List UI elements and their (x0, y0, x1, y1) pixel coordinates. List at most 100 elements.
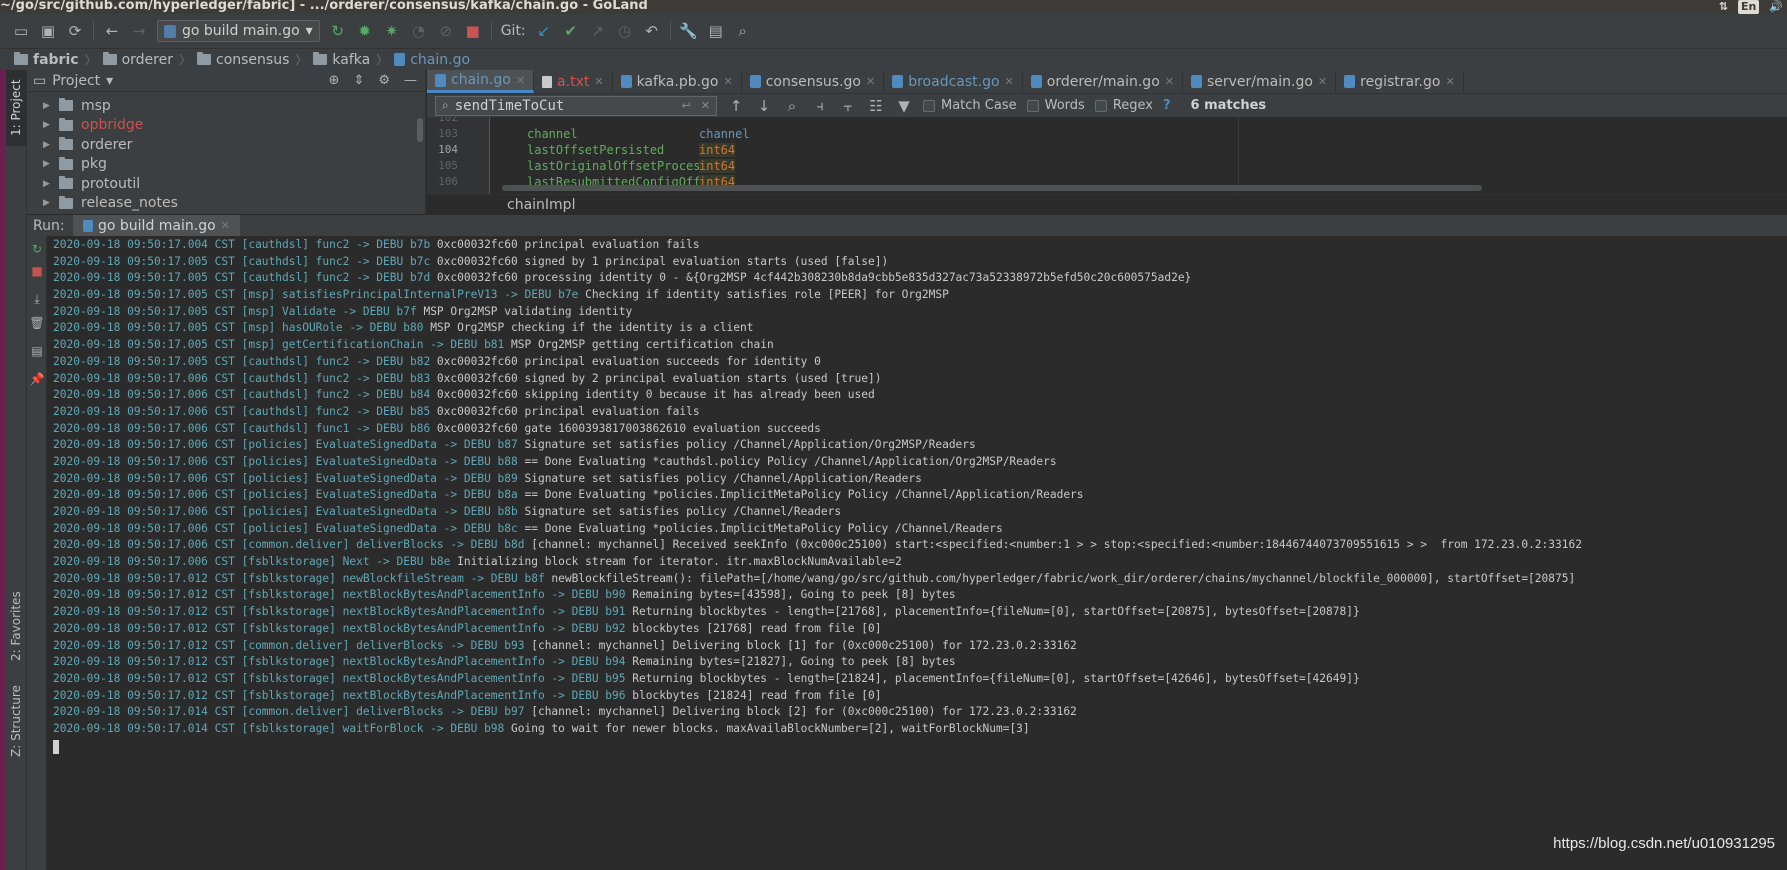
tool-tab-favorites[interactable]: 2: Favorites (6, 585, 26, 667)
close-icon[interactable]: ✕ (724, 75, 733, 88)
open-folder-icon[interactable]: ▭ (12, 22, 30, 40)
breadcrumb-item-orderer[interactable]: orderer (102, 52, 173, 68)
tab-orderer-main-go[interactable]: orderer/main.go ✕ (1023, 70, 1183, 93)
stop-icon[interactable]: ■ (464, 22, 482, 40)
run-configuration-select[interactable]: go build main.go ▾ (157, 20, 320, 42)
tool-tab-structure[interactable]: Z: Structure (6, 678, 26, 764)
code-view[interactable]: 102 103 104 105 106 channel channel lastO… (427, 117, 1787, 194)
expand-arrow-icon[interactable]: ▶ (43, 198, 51, 208)
close-icon[interactable]: ✕ (1005, 75, 1014, 88)
structure-breadcrumb[interactable]: chainImpl (427, 194, 1787, 214)
git-update-icon[interactable]: ↙ (535, 22, 553, 40)
clear-icon[interactable]: ✕ (701, 99, 710, 112)
breadcrumb-item-kafka[interactable]: kafka (313, 52, 370, 68)
go-file-icon (620, 75, 632, 88)
sync-icon[interactable]: ⟳ (66, 22, 84, 40)
close-icon[interactable]: ✕ (866, 75, 875, 88)
tab-registrar-go[interactable]: registrar.go ✕ (1336, 70, 1464, 93)
project-view-select[interactable]: Project (52, 73, 100, 89)
git-push-icon[interactable]: ↗ (589, 22, 607, 40)
scroll-to-end-icon[interactable]: ⤓ (30, 292, 44, 306)
stop-icon[interactable]: ■ (30, 264, 44, 278)
tab-server-main-go[interactable]: server/main.go ✕ (1183, 70, 1337, 93)
hide-icon[interactable]: — (404, 73, 417, 88)
coverage-icon[interactable]: ✷ (383, 22, 401, 40)
regex-help-link[interactable]: ? (1163, 98, 1171, 113)
sort-icon[interactable]: ⇅ (1719, 0, 1728, 14)
close-icon[interactable]: ✕ (516, 74, 525, 87)
breadcrumb-item-consensus[interactable]: consensus (197, 52, 289, 68)
layout-icon[interactable]: ▤ (30, 344, 44, 358)
collapse-all-icon[interactable]: ⇕ (353, 73, 364, 88)
back-icon[interactable]: ← (103, 22, 121, 40)
tab-consensus-go[interactable]: consensus.go ✕ (742, 70, 885, 93)
next-occurrence-icon[interactable]: ↓ (755, 97, 773, 115)
new-line-icon[interactable]: ↩ (682, 99, 691, 112)
close-icon[interactable]: ✕ (594, 75, 603, 88)
search-icon[interactable]: ⌕ (442, 98, 449, 113)
checkbox-box[interactable] (1026, 99, 1039, 112)
trash-icon[interactable]: 🗑 (29, 316, 44, 330)
locate-icon[interactable]: ⊕ (329, 73, 340, 88)
expand-arrow-icon[interactable]: ▶ (43, 120, 51, 130)
close-icon[interactable]: ✕ (221, 219, 230, 232)
settings-wrench-icon[interactable]: 🔧 (679, 22, 698, 40)
expand-arrow-icon[interactable]: ▶ (43, 179, 51, 189)
breadcrumb-item-chain-go[interactable]: chain.go (394, 52, 470, 68)
breadcrumb-item-fabric[interactable]: fabric (14, 52, 79, 68)
tab-a-txt[interactable]: a.txt ✕ (534, 70, 613, 93)
search-everywhere-icon[interactable]: ⌕ (734, 22, 752, 40)
git-rollback-icon[interactable]: ↶ (643, 22, 661, 40)
breadcrumb-separator: 〉 (84, 53, 97, 67)
match-case-checkbox[interactable]: Match Case (923, 98, 1017, 113)
tree-item-protoutil[interactable]: ▶ protoutil (27, 174, 425, 194)
close-icon[interactable]: ✕ (1165, 75, 1174, 88)
debug-icon[interactable]: ✹ (356, 22, 374, 40)
find-input[interactable]: ⌕ sendTimeToCut ↩ ✕ (435, 95, 717, 116)
volume-icon[interactable]: 🔊 (1769, 0, 1783, 14)
tree-item-release-notes[interactable]: ▶ release_notes (27, 194, 425, 214)
rerun-icon[interactable]: ↻ (30, 242, 44, 256)
words-checkbox[interactable]: Words (1026, 98, 1085, 113)
tab-chain-go[interactable]: chain.go ✕ (427, 70, 535, 93)
console-output[interactable]: 2020-09-18 09:50:17.004 CST [cauthdsl] f… (48, 236, 1787, 870)
expand-arrow-icon[interactable]: ▶ (43, 159, 51, 169)
checkbox-box[interactable] (1094, 99, 1107, 112)
remove-selection-icon[interactable]: ⫟ (839, 97, 857, 115)
tree-item-pkg[interactable]: ▶ pkg (27, 155, 425, 175)
rerun-icon[interactable]: ↻ (329, 22, 347, 40)
forward-icon[interactable]: → (130, 22, 148, 40)
git-history-icon[interactable]: ◷ (616, 22, 634, 40)
tree-item-orderer[interactable]: ▶ orderer (27, 135, 425, 155)
git-commit-icon[interactable]: ✔ (562, 22, 580, 40)
expand-arrow-icon[interactable]: ▶ (43, 140, 51, 150)
tab-kafka-pb-go[interactable]: kafka.pb.go ✕ (613, 70, 742, 93)
keyboard-language-indicator[interactable]: En (1737, 0, 1760, 14)
tree-item-opbridge[interactable]: ▶ opbridge (27, 116, 425, 136)
attach-icon[interactable]: ⊘ (437, 22, 455, 40)
expand-arrow-icon[interactable]: ▶ (43, 101, 51, 111)
find-all-icon[interactable]: ⌕ (783, 97, 801, 115)
project-scrollbar[interactable] (417, 118, 423, 142)
pin-icon[interactable]: 📌 (30, 372, 45, 386)
tab-broadcast-go[interactable]: broadcast.go ✕ (884, 70, 1023, 93)
chevron-down-icon[interactable]: ▾ (106, 73, 113, 89)
tree-item-msp[interactable]: ▶ msp (27, 96, 425, 116)
previous-occurrence-icon[interactable]: ↑ (727, 97, 745, 115)
close-icon[interactable]: ✕ (1318, 75, 1327, 88)
profile-icon[interactable]: ◔ (410, 22, 428, 40)
left-tool-window-strip: 1: Project 2: Favorites Z: Structure (0, 70, 27, 870)
filter-icon[interactable]: ▼ (895, 97, 913, 115)
add-selection-icon[interactable]: ⫞ (811, 97, 829, 115)
save-all-icon[interactable]: ▣ (39, 22, 57, 40)
run-tab-go-build[interactable]: go build main.go ✕ (73, 214, 240, 237)
regex-checkbox[interactable]: Regex (1094, 98, 1153, 113)
select-all-occurrences-icon[interactable]: ☷ (867, 97, 885, 115)
close-icon[interactable]: ✕ (1445, 75, 1454, 88)
gear-icon[interactable]: ⚙ (378, 73, 390, 88)
horizontal-scrollbar[interactable] (502, 185, 1482, 191)
terminal-icon[interactable]: ▤ (707, 22, 725, 40)
log-prefix: 2020-09-18 09:50:17.006 CST [cauthdsl] f… (53, 388, 431, 402)
tool-tab-project[interactable]: 1: Project (6, 70, 26, 146)
checkbox-box[interactable] (923, 99, 935, 112)
